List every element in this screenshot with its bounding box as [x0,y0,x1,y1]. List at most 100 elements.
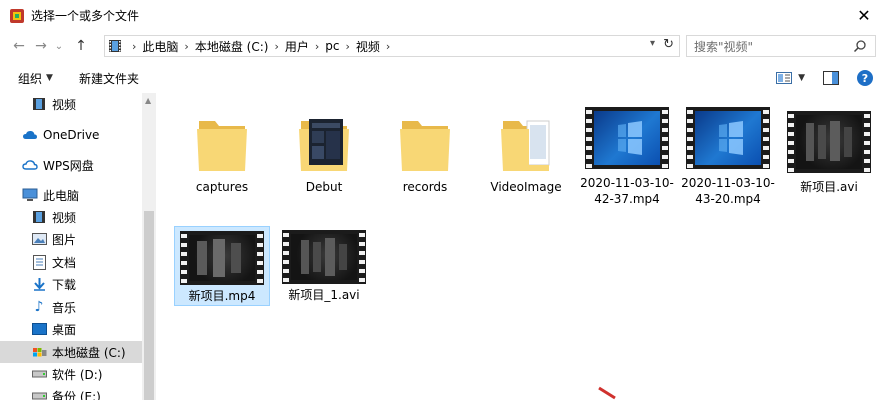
movie-frame-icon [806,121,852,161]
sidebar-item-videos-quick[interactable]: 视频 [0,93,142,115]
file-name: VideoImage [490,180,562,194]
forward-button[interactable]: → [30,35,52,57]
sidebar-item-onedrive[interactable]: OneDrive [0,124,142,146]
change-view-button[interactable]: ▼ [776,72,805,84]
video-thumbnail [282,230,366,284]
help-icon[interactable]: ? [857,70,873,86]
video-folder-icon [31,209,47,225]
navigation-bar: ← → ⌄ ↑ › 此电脑 › 本地磁盘 (C:) › 用户 › pc › 视频… [0,31,887,61]
sidebar-item-label: 音乐 [52,300,77,315]
windows-logo-icon [618,121,642,155]
desktop-icon [31,321,47,337]
video-folder-icon [109,40,121,52]
sidebar-item-label: 桌面 [52,322,77,337]
file-item-debut[interactable]: Debut [276,103,372,207]
breadcrumb-pc[interactable]: pc [325,39,339,53]
file-name: Debut [305,180,343,194]
arrow-up-icon: ↑ [75,38,87,54]
sidebar-item-documents[interactable]: 文档 [0,251,142,273]
sidebar-item-label: 下载 [52,277,77,292]
file-name: captures [195,180,249,194]
sidebar-item-drive-e[interactable]: 备份 (E:) [0,385,142,400]
preview-pane-icon[interactable] [823,71,839,85]
navigation-pane: 视频 OneDrive WPS网盘 此电脑 视频 图片 文档 下载 ♪ 音乐 桌… [0,93,156,400]
drive-icon [31,366,47,382]
sidebar-scrollbar[interactable]: ▲ [142,93,156,400]
wps-cloud-icon [22,157,38,173]
arrow-right-icon: → [35,38,47,54]
file-item-video-2[interactable]: 2020-11-03-10- 43-20.mp4 [680,103,776,207]
folder-preview-icon [299,119,349,171]
refresh-icon[interactable]: ↻ [663,37,674,52]
sidebar-item-drive-c[interactable]: 本地磁盘 (C:) [0,341,142,363]
file-name: 新项目.avi [800,180,858,194]
cloud-icon [22,127,38,143]
file-item-project-1-avi[interactable]: 新项目_1.avi [276,226,372,306]
breadcrumb-separator[interactable]: › [184,40,188,53]
file-name: 2020-11-03-10- 43-20.mp4 [681,176,775,206]
sidebar-item-desktop[interactable]: 桌面 [0,318,142,340]
sidebar-item-videos[interactable]: 视频 [0,206,142,228]
sidebar-item-drive-d[interactable]: 软件 (D:) [0,363,142,385]
breadcrumb-separator[interactable]: › [386,40,390,53]
video-thumbnail [585,107,669,169]
breadcrumb-separator[interactable]: › [315,40,319,53]
file-name: records [402,180,448,194]
annotation-arrow [598,386,616,400]
view-options-icon [776,72,793,84]
file-list: captures Debut records VideoImage 2020-1… [157,93,887,400]
caret-down-icon: ▼ [798,73,805,83]
pictures-icon [31,231,47,247]
search-input[interactable]: 搜索"视频" [694,38,753,55]
file-item-captures[interactable]: captures [174,103,270,207]
breadcrumb-separator[interactable]: › [274,40,278,53]
file-item-videoimage[interactable]: VideoImage [478,103,574,207]
recent-locations-button[interactable]: ⌄ [52,35,66,57]
sidebar-item-label: WPS网盘 [43,158,94,173]
window-title: 选择一个或多个文件 [31,9,140,23]
file-item-project-mp4[interactable]: 新项目.mp4 [174,226,270,306]
file-item-video-1[interactable]: 2020-11-03-10- 42-37.mp4 [579,103,675,207]
folder-icon [197,121,247,171]
breadcrumb-users[interactable]: 用户 [285,38,309,55]
back-button[interactable]: ← [8,35,30,57]
address-bar[interactable]: › 此电脑 › 本地磁盘 (C:) › 用户 › pc › 视频 › ▾ ↻ [104,35,680,57]
video-thumbnail [787,111,871,173]
sidebar-item-label: 此电脑 [43,188,80,203]
sidebar-item-wps[interactable]: WPS网盘 [0,154,142,176]
download-icon [31,276,47,292]
breadcrumb-drive-c[interactable]: 本地磁盘 (C:) [195,38,269,55]
sidebar-item-this-pc[interactable]: 此电脑 [0,184,142,206]
music-icon: ♪ [34,299,44,315]
sidebar-item-downloads[interactable]: 下载 [0,273,142,295]
video-thumbnail [686,107,770,169]
breadcrumb-this-pc[interactable]: 此电脑 [142,38,178,55]
new-folder-label: 新建文件夹 [78,71,139,86]
file-name: 新项目_1.avi [288,288,360,302]
app-icon [10,8,24,23]
sidebar-item-pictures[interactable]: 图片 [0,228,142,250]
scrollbar-thumb[interactable] [144,211,154,400]
file-item-records[interactable]: records [377,103,473,207]
scroll-up-icon[interactable]: ▲ [145,96,151,105]
drive-c-icon [31,344,47,360]
breadcrumb-videos[interactable]: 视频 [356,38,380,55]
new-folder-button[interactable]: 新建文件夹 [79,70,139,87]
folder-icon [400,121,450,171]
sidebar-item-music[interactable]: ♪ 音乐 [0,296,142,318]
sidebar-item-label: 文档 [52,255,77,270]
video-thumbnail [180,231,264,285]
sidebar-item-label: 视频 [52,210,77,225]
up-button[interactable]: ↑ [70,35,92,57]
file-item-project-avi[interactable]: 新项目.avi [781,103,877,207]
folder-document-icon [501,120,550,171]
search-box[interactable]: 搜索"视频" [686,35,876,57]
documents-icon [31,254,47,270]
breadcrumb-separator: › [132,39,137,53]
close-button[interactable]: ✕ [841,0,887,31]
file-name: 2020-11-03-10- 42-37.mp4 [580,176,674,206]
organize-menu-button[interactable]: 组织 ▼ [18,70,53,87]
address-dropdown-icon[interactable]: ▾ [650,38,655,49]
breadcrumb-separator[interactable]: › [345,40,349,53]
search-icon[interactable] [853,39,867,53]
